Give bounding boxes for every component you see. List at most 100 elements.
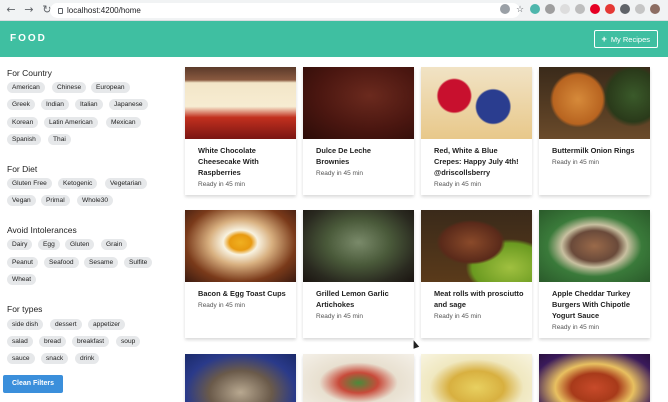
url-text: localhost:4200/home xyxy=(67,6,141,15)
chip-snack[interactable]: snack xyxy=(41,353,69,364)
chip-vegetarian[interactable]: Vegetarian xyxy=(105,178,147,189)
chip-gluten[interactable]: Gluten xyxy=(65,239,95,250)
avatar[interactable] xyxy=(650,4,660,14)
extension-icons: ☆ ⋮ xyxy=(500,4,668,14)
extension-icon[interactable] xyxy=(500,4,510,14)
recipe-ready-time: Ready in 45 min xyxy=(316,313,363,320)
chip-greek[interactable]: Greek xyxy=(7,99,35,110)
recipe-image xyxy=(303,67,414,139)
chip-seafood[interactable]: Seafood xyxy=(44,257,79,268)
recipe-image xyxy=(185,354,296,402)
recipe-card[interactable] xyxy=(539,354,650,402)
recipe-ready-time: Ready in 45 min xyxy=(316,170,363,177)
extension-icon[interactable] xyxy=(560,4,570,14)
recipe-card[interactable]: Bacon & Egg Toast Cups Ready in 45 min xyxy=(185,210,296,338)
recipe-title[interactable]: Meat rolls with prosciutto and sage xyxy=(434,288,524,310)
recipe-title[interactable]: White Chocolate Cheesecake With Raspberr… xyxy=(198,145,288,178)
recipe-card[interactable]: Apple Cheddar Turkey Burgers With Chipot… xyxy=(539,210,650,338)
recipe-card[interactable]: Buttermilk Onion Rings Ready in 45 min xyxy=(539,67,650,195)
recipe-card[interactable] xyxy=(303,354,414,402)
recipe-image xyxy=(421,354,532,402)
recipe-ready-time: Ready in 45 min xyxy=(552,324,599,331)
chip-primal[interactable]: Primal xyxy=(41,195,70,206)
chip-sesame[interactable]: Sesame xyxy=(84,257,119,268)
chip-japanese[interactable]: Japanese xyxy=(109,99,148,110)
recipe-title[interactable]: Dulce De Leche Brownies xyxy=(316,145,406,167)
filters-sidebar: For Country American Chinese European Gr… xyxy=(0,57,175,402)
chip-side-dish[interactable]: side dish xyxy=(7,319,44,330)
recipe-image xyxy=(303,210,414,282)
extension-icon[interactable] xyxy=(575,4,585,14)
recipe-image xyxy=(539,210,650,282)
recipe-ready-time: Ready in 45 min xyxy=(198,302,245,309)
chip-indian[interactable]: Indian xyxy=(41,99,69,110)
my-recipes-label: My Recipes xyxy=(610,34,650,44)
filter-title-types: For types xyxy=(7,304,43,314)
pinterest-icon[interactable] xyxy=(590,4,600,14)
puzzle-icon[interactable] xyxy=(620,4,630,14)
chip-drink[interactable]: drink xyxy=(75,353,100,364)
chip-spanish[interactable]: Spanish xyxy=(7,134,41,145)
chip-soup[interactable]: soup xyxy=(116,336,141,347)
chip-whole30[interactable]: Whole30 xyxy=(77,195,114,206)
chip-dairy[interactable]: Dairy xyxy=(7,239,33,250)
bookmark-star-icon[interactable]: ☆ xyxy=(515,4,525,14)
chip-peanut[interactable]: Peanut xyxy=(7,257,38,268)
chip-italian[interactable]: Italian xyxy=(75,99,103,110)
filter-title-country: For Country xyxy=(7,68,52,78)
extension-icon[interactable] xyxy=(605,4,615,14)
address-bar[interactable]: localhost:4200/home xyxy=(50,3,520,18)
extension-icon[interactable] xyxy=(635,4,645,14)
extension-icon[interactable] xyxy=(545,4,555,14)
recipe-image xyxy=(421,67,532,139)
forward-icon[interactable]: → xyxy=(22,3,36,17)
chip-sulfite[interactable]: Sulfite xyxy=(124,257,153,268)
recipe-title[interactable]: Bacon & Egg Toast Cups xyxy=(198,288,288,299)
recipe-title[interactable]: Apple Cheddar Turkey Burgers With Chipot… xyxy=(552,288,642,321)
chip-ketogenic[interactable]: Ketogenic xyxy=(58,178,98,189)
chip-gluten-free[interactable]: Gluten Free xyxy=(7,178,52,189)
info-icon xyxy=(58,7,63,14)
chip-thai[interactable]: Thai xyxy=(48,134,71,145)
chip-salad[interactable]: salad xyxy=(7,336,33,347)
recipe-card[interactable] xyxy=(421,354,532,402)
my-recipes-button[interactable]: + My Recipes xyxy=(593,30,658,48)
chip-grain[interactable]: Grain xyxy=(101,239,128,250)
app-header: FOOD + My Recipes xyxy=(0,21,668,57)
recipe-ready-time: Ready in 45 min xyxy=(552,159,599,166)
logo[interactable]: FOOD xyxy=(10,33,47,44)
chip-dessert[interactable]: dessert xyxy=(50,319,82,330)
chip-vegan[interactable]: Vegan xyxy=(7,195,36,206)
clean-filters-button[interactable]: Clean Filters xyxy=(3,375,63,393)
chip-sauce[interactable]: sauce xyxy=(7,353,35,364)
recipe-card[interactable]: Meat rolls with prosciutto and sage Read… xyxy=(421,210,532,338)
recipe-title[interactable]: Grilled Lemon Garlic Artichokes xyxy=(316,288,406,310)
chip-appetizer[interactable]: appetizer xyxy=(88,319,126,330)
recipe-image xyxy=(185,210,296,282)
recipe-ready-time: Ready in 45 min xyxy=(434,181,481,188)
chip-bread[interactable]: bread xyxy=(39,336,66,347)
recipe-card[interactable]: White Chocolate Cheesecake With Raspberr… xyxy=(185,67,296,195)
recipe-card[interactable]: Grilled Lemon Garlic Artichokes Ready in… xyxy=(303,210,414,338)
extension-icon[interactable] xyxy=(530,4,540,14)
plus-icon: + xyxy=(601,34,607,44)
recipe-card[interactable]: Dulce De Leche Brownies Ready in 45 min xyxy=(303,67,414,195)
recipe-card[interactable]: Red, White & Blue Crepes: Happy July 4th… xyxy=(421,67,532,195)
chip-korean[interactable]: Korean xyxy=(7,117,39,128)
chip-european[interactable]: European xyxy=(91,82,130,93)
recipe-title[interactable]: Red, White & Blue Crepes: Happy July 4th… xyxy=(434,145,524,178)
recipe-image xyxy=(539,354,650,402)
chip-wheat[interactable]: Wheat xyxy=(7,274,37,285)
recipe-title[interactable]: Buttermilk Onion Rings xyxy=(552,145,642,156)
chip-chinese[interactable]: Chinese xyxy=(52,82,87,93)
recipe-image xyxy=(539,67,650,139)
chip-egg[interactable]: Egg xyxy=(38,239,60,250)
recipe-card[interactable] xyxy=(185,354,296,402)
back-icon[interactable]: ← xyxy=(4,3,18,17)
mouse-cursor xyxy=(410,339,420,349)
chip-breakfast[interactable]: breakfast xyxy=(72,336,110,347)
recipe-ready-time: Ready in 45 min xyxy=(198,181,245,188)
chip-latin-american[interactable]: Latin American xyxy=(44,117,98,128)
chip-mexican[interactable]: Mexican xyxy=(106,117,141,128)
chip-american[interactable]: American xyxy=(7,82,45,93)
